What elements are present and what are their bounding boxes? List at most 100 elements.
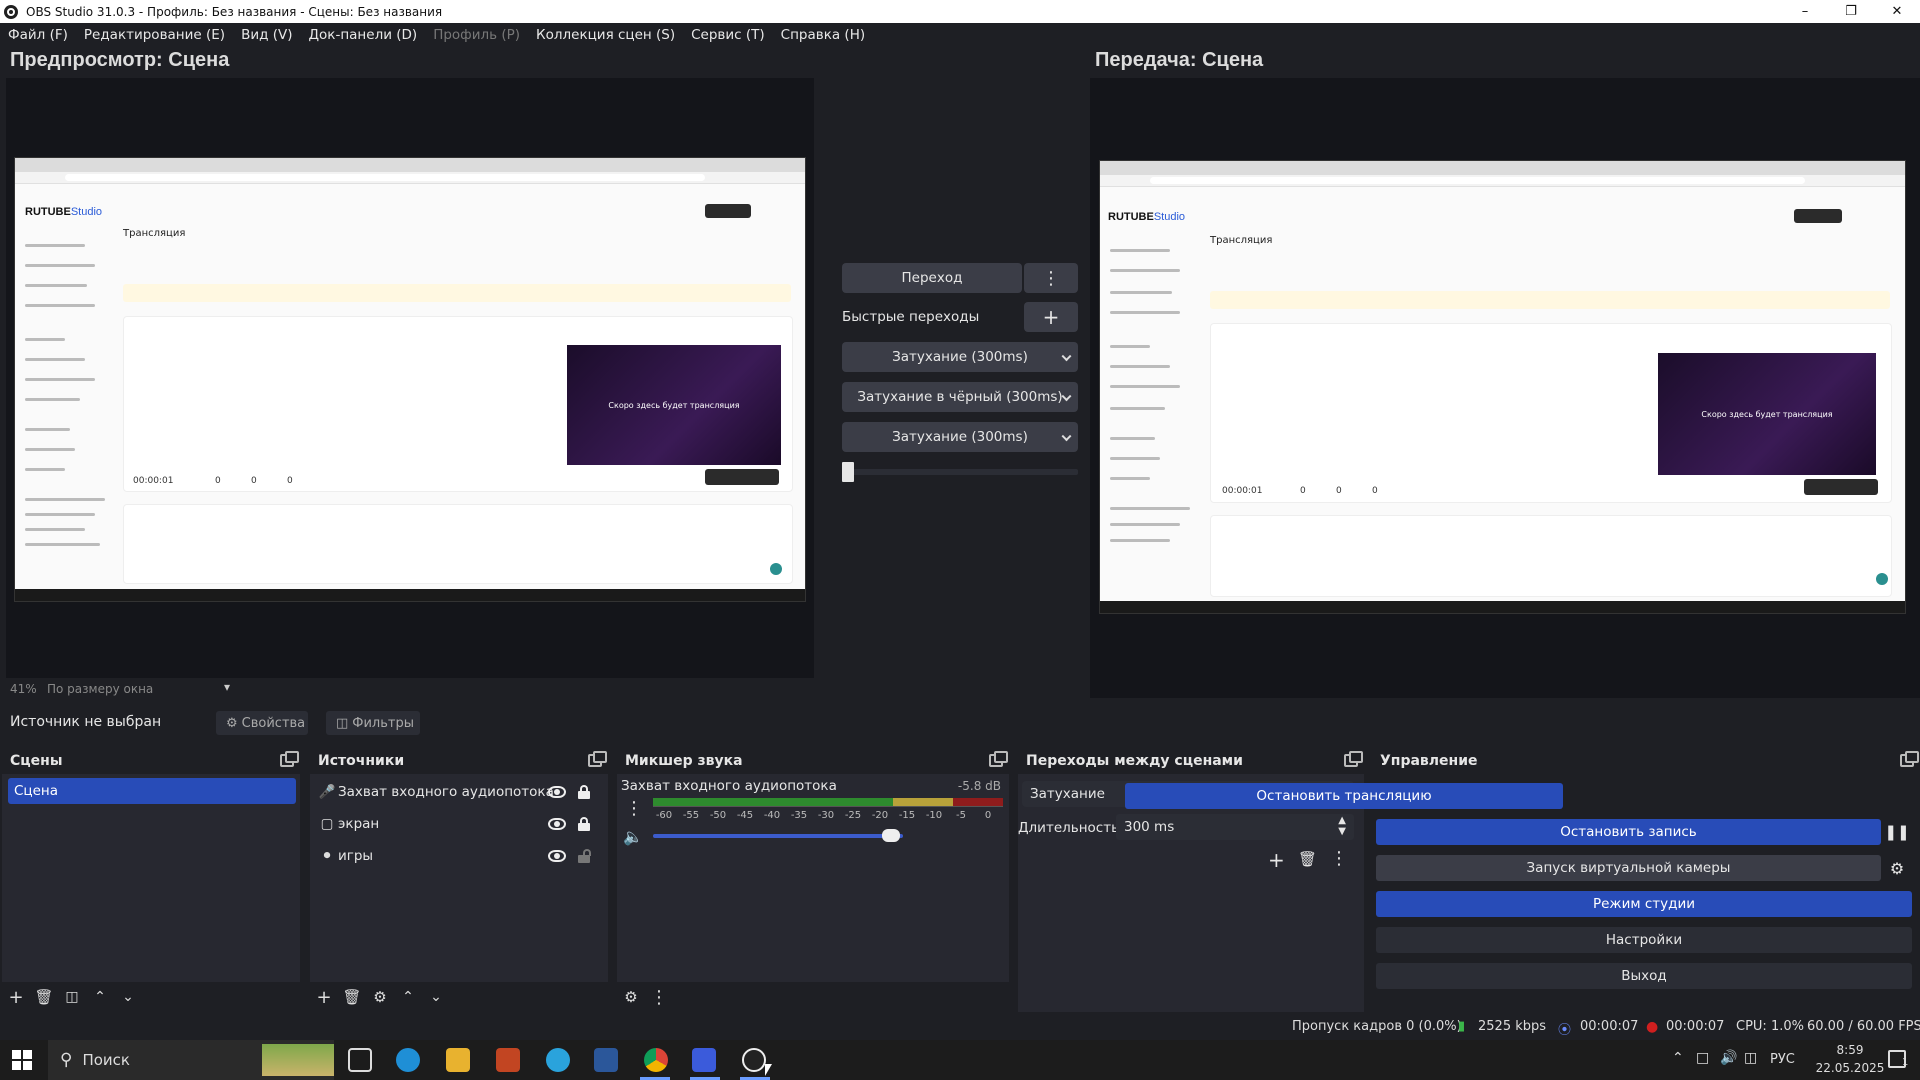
transition-button[interactable]: Переход bbox=[842, 263, 1022, 293]
menu-tools[interactable]: Сервис (T) bbox=[683, 27, 773, 43]
mixer-menu-kebab-icon[interactable]: ⋮ bbox=[645, 983, 673, 1011]
quick-transition-1[interactable]: Затухание (300ms) bbox=[842, 342, 1078, 372]
undock-icon[interactable] bbox=[588, 751, 607, 767]
undock-icon[interactable] bbox=[989, 751, 1008, 767]
add-source-icon[interactable]: + bbox=[310, 983, 338, 1011]
pause-icon[interactable]: ❚❚ bbox=[1883, 819, 1911, 845]
transition-menu-kebab-icon[interactable]: ⋮ bbox=[1024, 263, 1078, 293]
monitor-tray-icon[interactable]: ◫ bbox=[1744, 1050, 1757, 1066]
menu-scene-collection[interactable]: Коллекция сцен (S) bbox=[528, 27, 683, 43]
stop-record-button[interactable]: Остановить запись bbox=[1376, 819, 1881, 845]
menu-edit[interactable]: Редактирование (E) bbox=[76, 27, 233, 43]
app-icon[interactable] bbox=[692, 1048, 716, 1072]
language-indicator[interactable]: РУС bbox=[1770, 1052, 1795, 1067]
menu-help[interactable]: Справка (H) bbox=[773, 27, 873, 43]
word-icon[interactable] bbox=[594, 1048, 618, 1072]
filter-icon: ◫ bbox=[336, 715, 349, 731]
windows-start-icon[interactable] bbox=[12, 1050, 32, 1070]
edge-icon[interactable] bbox=[396, 1048, 420, 1072]
studio-mode-button[interactable]: Режим студии bbox=[1376, 891, 1912, 917]
file-explorer-icon[interactable] bbox=[446, 1048, 470, 1072]
gear-icon[interactable]: ⚙ bbox=[366, 983, 394, 1011]
advanced-audio-gear-icon[interactable]: ⚙ bbox=[617, 983, 645, 1011]
menu-file[interactable]: Файл (F) bbox=[0, 27, 76, 43]
scene-transitions-title: Переходы между сценами bbox=[1026, 753, 1243, 769]
settings-button[interactable]: Настройки bbox=[1376, 927, 1912, 953]
signal-bars-icon: ▮ bbox=[1458, 1019, 1466, 1034]
scene-item[interactable]: Сцена bbox=[8, 778, 296, 804]
mouse-cursor-icon bbox=[765, 1064, 772, 1076]
unlock-icon[interactable] bbox=[578, 849, 591, 863]
restore-icon[interactable]: ❐ bbox=[1828, 0, 1874, 23]
task-view-icon[interactable] bbox=[348, 1048, 372, 1072]
trash-icon[interactable]: 🗑 bbox=[338, 983, 366, 1011]
move-up-icon[interactable]: ⌃ bbox=[394, 983, 422, 1011]
fit-mode-chevron-icon[interactable]: ▾ bbox=[224, 680, 230, 694]
meter-tick: -40 bbox=[763, 810, 781, 821]
add-transition-icon[interactable]: + bbox=[1268, 848, 1285, 872]
quick-transition-3[interactable]: Затухание (300ms) bbox=[842, 422, 1078, 452]
duration-spinbox[interactable]: 300 ms ▲ ▼ bbox=[1116, 814, 1354, 840]
filters-label: Фильтры bbox=[352, 715, 414, 731]
obs-taskbar-icon[interactable] bbox=[742, 1048, 766, 1072]
lock-icon[interactable] bbox=[578, 817, 590, 831]
move-up-icon[interactable]: ⌃ bbox=[86, 983, 114, 1011]
source-item[interactable]: ▢ экран bbox=[316, 811, 604, 837]
menu-view[interactable]: Вид (V) bbox=[233, 27, 300, 43]
scene-filters-icon[interactable]: ◫ bbox=[58, 983, 86, 1011]
gear-icon[interactable]: ⚙ bbox=[1883, 855, 1911, 881]
tray-chevron-icon[interactable]: ⌃ bbox=[1672, 1050, 1684, 1066]
add-scene-icon[interactable]: + bbox=[2, 983, 30, 1011]
telegram-icon[interactable] bbox=[546, 1048, 570, 1072]
source-item[interactable]: ⚫ игры bbox=[316, 843, 604, 869]
powerpoint-icon[interactable] bbox=[496, 1048, 520, 1072]
trash-icon[interactable]: 🗑 bbox=[30, 983, 58, 1011]
fit-mode-select[interactable]: По размеру окна bbox=[47, 682, 153, 696]
eye-icon[interactable] bbox=[548, 818, 566, 830]
meter-tick: -55 bbox=[682, 810, 700, 821]
tbar-handle[interactable] bbox=[842, 462, 854, 482]
gear-icon: ⚙ bbox=[226, 715, 238, 731]
taskbar-search[interactable]: ⚲ Поиск bbox=[48, 1040, 334, 1080]
mixer-db: -5.8 dB bbox=[957, 779, 1001, 793]
move-down-icon[interactable]: ⌄ bbox=[114, 983, 142, 1011]
minimize-icon[interactable]: – bbox=[1782, 0, 1828, 23]
transition-tbar[interactable] bbox=[842, 462, 1078, 482]
network-icon[interactable]: □ bbox=[1696, 1050, 1709, 1066]
menu-docks[interactable]: Док-панели (D) bbox=[301, 27, 426, 43]
virtual-camera-button[interactable]: Запуск виртуальной камеры bbox=[1376, 855, 1881, 881]
volume-slider[interactable] bbox=[653, 829, 903, 842]
filters-button[interactable]: ◫ Фильтры bbox=[326, 711, 420, 735]
undock-icon[interactable] bbox=[1900, 751, 1919, 767]
spin-arrows-icon[interactable]: ▲ ▼ bbox=[1338, 815, 1346, 837]
window-title: OBS Studio 31.0.3 - Профиль: Без названи… bbox=[26, 4, 443, 19]
undock-icon[interactable] bbox=[280, 751, 299, 767]
volume-slider-handle[interactable] bbox=[881, 829, 900, 842]
preview-canvas[interactable]: RUTUBEStudio Трансляция Скоро здесь буде… bbox=[6, 78, 814, 678]
record-time: 00:00:07 bbox=[1666, 1019, 1725, 1034]
source-item[interactable]: 🎤 Захват входного аудиопотока bbox=[316, 779, 604, 805]
exit-button[interactable]: Выход bbox=[1376, 963, 1912, 989]
channel-menu-kebab-icon[interactable]: ⋮ bbox=[625, 798, 643, 819]
close-icon[interactable]: ✕ bbox=[1874, 0, 1920, 23]
speaker-icon[interactable]: 🔈 bbox=[623, 827, 643, 846]
add-quick-transition-icon[interactable]: + bbox=[1024, 302, 1078, 332]
quick-transition-2[interactable]: Затухание в чёрный (300ms) bbox=[842, 382, 1078, 412]
trash-icon[interactable]: 🗑 bbox=[1298, 850, 1317, 868]
sources-title: Источники bbox=[318, 753, 405, 769]
transition-menu-kebab-icon[interactable]: ⋮ bbox=[1330, 848, 1348, 869]
undock-icon[interactable] bbox=[1344, 751, 1363, 767]
clock-date[interactable]: 22.05.2025 bbox=[1815, 1061, 1885, 1075]
program-capture: RUTUBEStudio Трансляция Скоро здесь буде… bbox=[1099, 160, 1906, 614]
lock-icon[interactable] bbox=[578, 785, 590, 799]
eye-icon[interactable] bbox=[548, 786, 566, 798]
search-placeholder: Поиск bbox=[82, 1051, 130, 1069]
properties-button[interactable]: ⚙ Свойства bbox=[216, 711, 308, 735]
eye-icon[interactable] bbox=[548, 850, 566, 862]
volume-icon[interactable]: 🔊 bbox=[1720, 1050, 1737, 1066]
stop-stream-button[interactable]: Остановить трансляцию bbox=[1125, 783, 1563, 809]
move-down-icon[interactable]: ⌄ bbox=[422, 983, 450, 1011]
chrome-icon[interactable] bbox=[644, 1048, 668, 1072]
clock-time[interactable]: 8:59 bbox=[1815, 1043, 1885, 1057]
monitor-icon: ▢ bbox=[320, 816, 334, 832]
